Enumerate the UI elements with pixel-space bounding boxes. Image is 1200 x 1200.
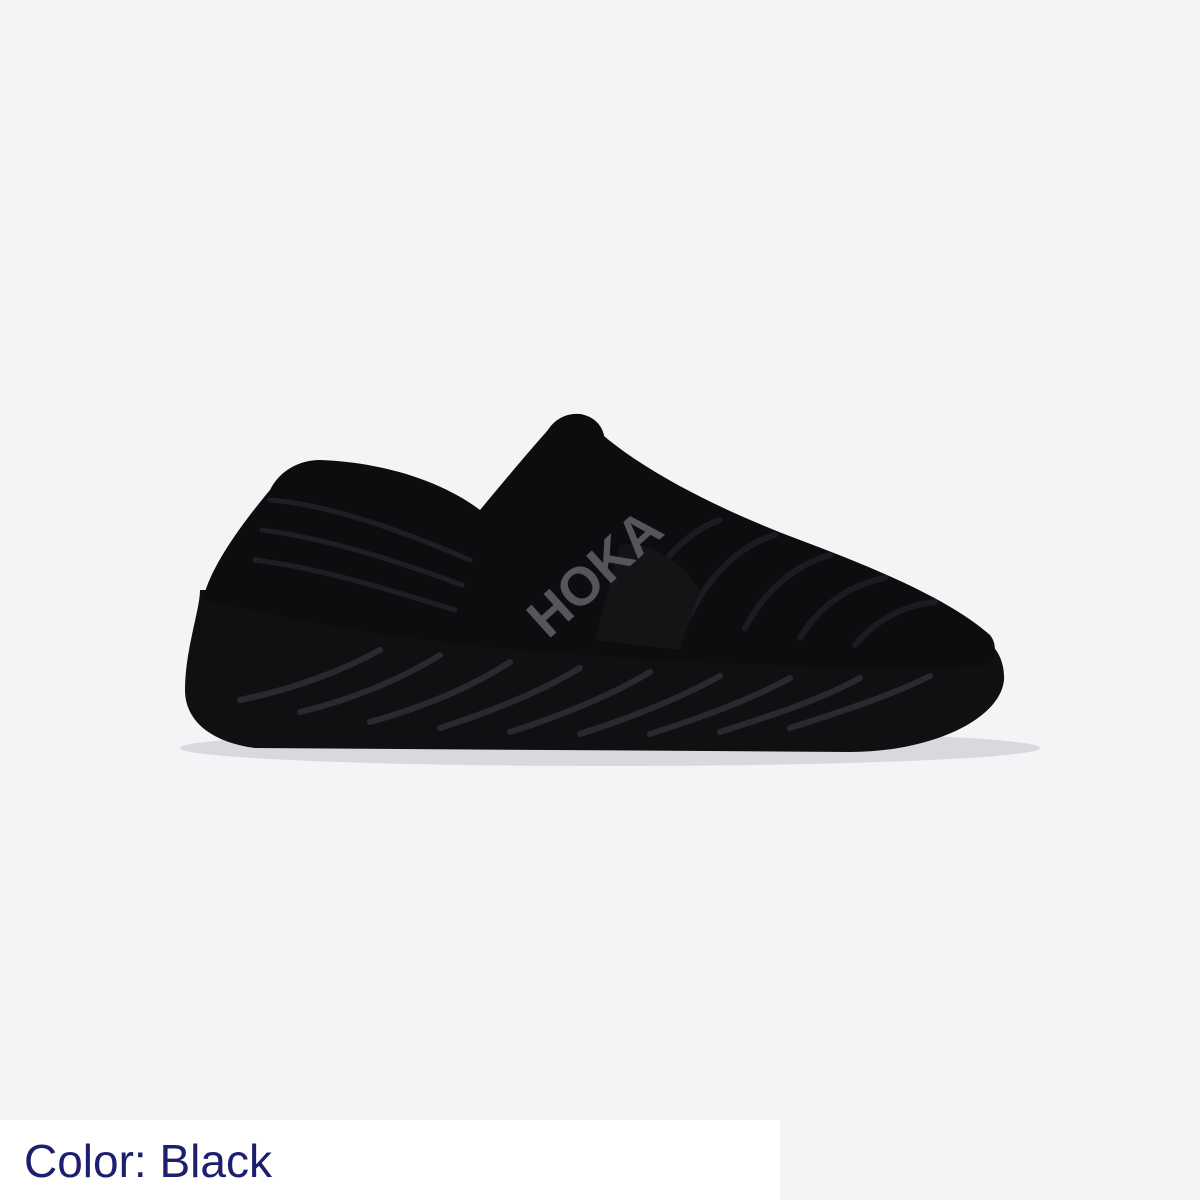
shoe-image: HOKA — [180, 413, 1040, 766]
product-image-area: HOKA — [0, 0, 1200, 1200]
color-caption: Color: Black — [24, 1135, 272, 1187]
